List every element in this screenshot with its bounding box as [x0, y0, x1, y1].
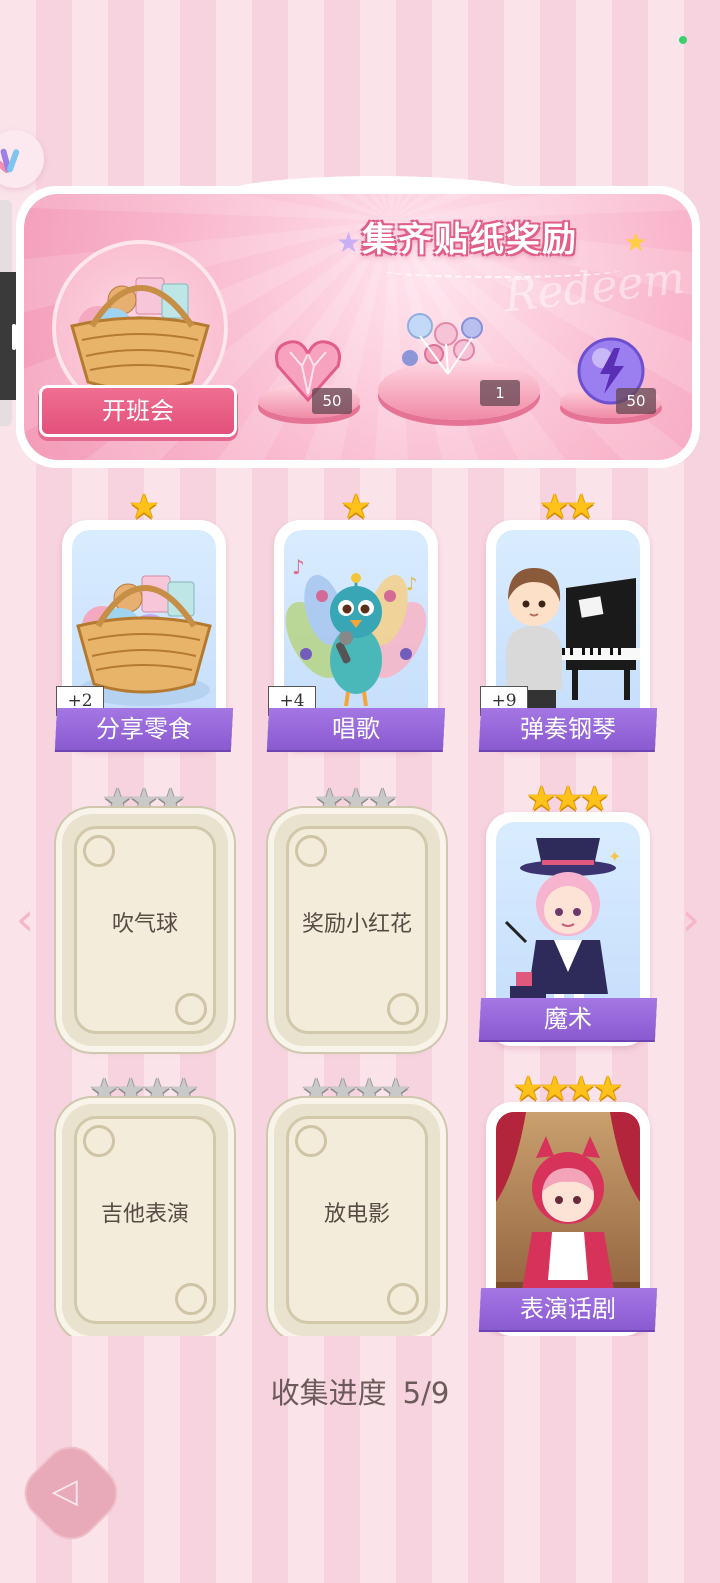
locked-card-label: 放电影: [323, 1202, 390, 1227]
card-stars: ★: [62, 490, 226, 524]
event-name-label: 开班会: [102, 397, 174, 425]
reward-count-3: 50: [616, 388, 656, 414]
sticker-card-share-snacks[interactable]: ★ +2 分享零食: [54, 490, 234, 762]
card-label: 唱歌: [266, 708, 446, 750]
card-label: 分享零食: [54, 708, 234, 750]
card-label-text: 弹奏钢琴: [520, 715, 616, 743]
svg-text:♪: ♪: [406, 574, 418, 595]
card-label-text: 魔术: [544, 1005, 592, 1033]
star-icon: ★: [579, 779, 610, 819]
status-indicator-dot: [679, 36, 687, 44]
card-label: 表演话剧: [478, 1288, 658, 1330]
fan-menu-icon[interactable]: [0, 130, 44, 188]
card-stars: ★★★: [486, 782, 650, 816]
sticker-card-piano[interactable]: ★★ +9 弹奏钢琴: [478, 490, 658, 762]
reward-count-1: 50: [312, 388, 352, 414]
progress-value: 5/9: [402, 1376, 450, 1410]
sticker-card-magic[interactable]: ★★★ ✦ 魔术: [478, 782, 658, 1048]
sticker-card-singing[interactable]: ★ ♪ ♪ +4 唱歌: [266, 490, 446, 762]
chevron-right-icon[interactable]: ›: [674, 896, 708, 942]
back-arrow-icon: ◁: [51, 1470, 78, 1511]
locked-card-label: 奖励小红花: [301, 912, 412, 937]
reward-count-2: 1: [480, 380, 520, 406]
progress-label: 收集进度: [270, 1376, 387, 1410]
card-label: 魔术: [478, 998, 658, 1040]
star-icon: ★: [566, 487, 597, 527]
star-icon: ★: [128, 487, 160, 527]
star-icon: ★: [380, 1071, 411, 1111]
sticker-card-drama[interactable]: ★★★★ 表演话剧: [478, 1072, 658, 1336]
locked-card-red-flower[interactable]: 奖励小红花: [274, 814, 440, 1046]
card-stars: ★★★★: [274, 1074, 438, 1108]
card-stars: ★★★: [274, 784, 438, 818]
locked-card-blow-balloons[interactable]: 吹气球: [62, 814, 228, 1046]
star-icon: ★: [340, 487, 372, 527]
locked-card-label: 吹气球: [111, 912, 178, 937]
star-icon: ★: [168, 1071, 199, 1111]
svg-text:✦: ✦: [608, 847, 621, 866]
banner-title: 集齐贴纸奖励: [362, 220, 578, 260]
svg-text:♪: ♪: [292, 555, 305, 579]
gold-star-icon: ★: [624, 228, 648, 258]
card-label: 弹奏钢琴: [478, 708, 658, 750]
card-stars: ★★★★: [62, 1074, 226, 1108]
star-icon: ★: [367, 781, 398, 821]
star-icon: ★: [592, 1069, 623, 1109]
card-stars: ★: [274, 490, 438, 524]
candy-bouquet-icon[interactable]: [398, 306, 498, 378]
card-stars: ★★★★: [486, 1072, 650, 1106]
locked-card-movie[interactable]: 放电影: [274, 1104, 440, 1336]
chevron-left-icon[interactable]: ‹: [8, 896, 42, 942]
collection-progress: 收集进度 5/9: [0, 1370, 720, 1412]
card-stars: ★★: [486, 490, 650, 524]
event-name-plaque: 开班会: [42, 388, 234, 434]
card-label-text: 分享零食: [96, 715, 192, 743]
card-label-text: 唱歌: [332, 715, 380, 743]
lilac-star-icon: ★: [336, 226, 362, 259]
card-label-text: 表演话剧: [520, 1295, 616, 1323]
card-stars: ★★★: [62, 784, 226, 818]
star-icon: ★: [155, 781, 186, 821]
locked-card-label: 吉他表演: [100, 1202, 189, 1227]
locked-card-guitar[interactable]: 吉他表演: [62, 1104, 228, 1336]
title-swoosh: [380, 262, 620, 278]
